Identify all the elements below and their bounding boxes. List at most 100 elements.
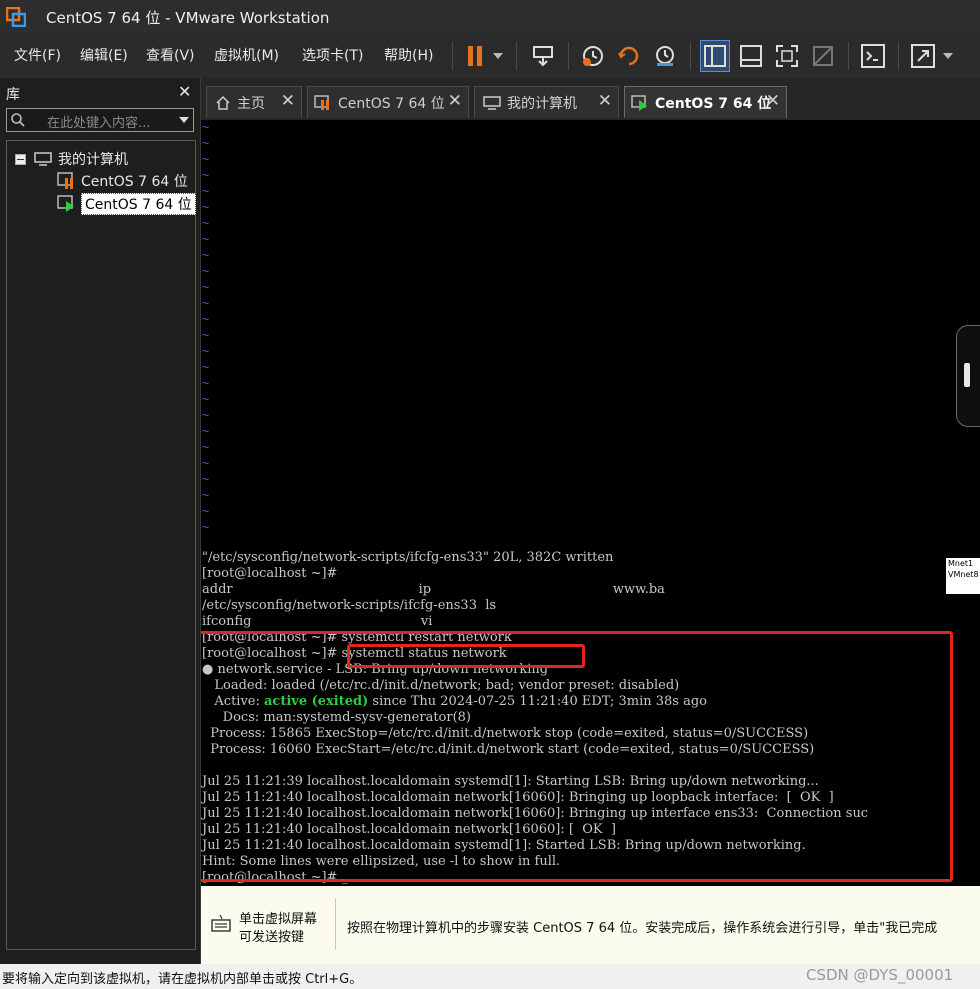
computer-icon <box>483 95 501 110</box>
menu-file[interactable]: 文件(F) <box>14 45 61 65</box>
unity-button[interactable] <box>808 40 838 72</box>
vim-tilde: ~ <box>202 248 210 262</box>
vim-tilde: ~ <box>202 408 210 422</box>
toolbar-separator <box>516 42 517 70</box>
tab-close-icon[interactable]: ✕ <box>598 91 612 111</box>
stretch-icon <box>911 44 935 68</box>
vim-tilde: ~ <box>202 200 210 214</box>
home-icon <box>216 95 230 110</box>
terminal-line: "/etc/sysconfig/network-scripts/ifcfg-en… <box>202 550 614 565</box>
vim-tilde: ~ <box>202 520 210 534</box>
terminal-line: addr ip www.ba <box>202 582 665 597</box>
chevron-down-icon[interactable] <box>179 117 189 123</box>
revert-snapshot-button[interactable] <box>614 40 644 72</box>
tab-bar: 主页 ✕ CentOS 7 64 位 ✕ 我的计算机 ✕ CentOS 7 64… <box>201 78 980 120</box>
tree-item-my-computer[interactable]: 我的计算机 <box>15 149 128 169</box>
revert-icon <box>618 46 639 66</box>
toolbar-separator <box>452 42 453 70</box>
tab-my-computer[interactable]: 我的计算机 ✕ <box>474 86 619 118</box>
thumbnail-bar-button[interactable] <box>736 40 766 72</box>
snapshot-manager-button[interactable] <box>650 40 680 72</box>
toolbar-separator <box>848 42 849 70</box>
tree-item-centos-2-selected[interactable]: CentOS 7 64 位 <box>57 193 196 215</box>
hint-divider <box>335 898 336 950</box>
pause-button[interactable] <box>462 40 488 72</box>
hint-click-line2: 可发送按键 <box>239 930 305 945</box>
vm-running-icon <box>57 195 74 212</box>
library-search-placeholder: 在此处键入内容... <box>47 116 151 131</box>
chevron-down-icon <box>493 53 503 59</box>
title-bar: CentOS 7 64 位 - VMware Workstation <box>0 0 980 34</box>
menu-vm[interactable]: 虚拟机(M) <box>214 45 279 65</box>
tab-centos-1[interactable]: CentOS 7 64 位 ✕ <box>307 86 469 118</box>
library-title: 库 <box>6 87 20 103</box>
tab-close-icon[interactable]: ✕ <box>281 91 295 111</box>
toolbar-separator <box>690 42 691 70</box>
vmware-logo-icon <box>5 6 27 28</box>
vim-tilde: ~ <box>202 344 210 358</box>
tab-centos-2-active[interactable]: CentOS 7 64 位 ✕ <box>624 86 787 118</box>
vim-tilde: ~ <box>202 232 210 246</box>
library-search-box[interactable]: 在此处键入内容... <box>6 108 194 132</box>
tab-close-icon[interactable]: ✕ <box>448 91 462 111</box>
show-library-button[interactable] <box>700 40 730 72</box>
terminal-line: [root@localhost ~]# <box>202 566 338 581</box>
vm-running-icon <box>631 94 647 111</box>
vim-tilde: ~ <box>202 168 210 182</box>
annotation-box-command <box>347 644 585 668</box>
tree-item-centos-1[interactable]: CentOS 7 64 位 <box>57 171 188 191</box>
vim-tilde: ~ <box>202 152 210 166</box>
vmnet-tip-line: Mnet1 <box>948 559 974 568</box>
hint-click-line1: 单击虚拟屏幕 <box>239 912 318 927</box>
thumbnail-panel-icon <box>740 45 762 67</box>
full-screen-button[interactable] <box>772 40 802 72</box>
send-keys-icon <box>533 46 553 67</box>
toolbar-separator <box>568 42 569 70</box>
chevron-down-icon <box>943 53 953 59</box>
tab-label: CentOS 7 64 位 <box>338 95 445 112</box>
vm-paused-icon <box>314 94 329 110</box>
handle-grip-icon <box>964 363 970 387</box>
library-panel-icon <box>704 45 726 67</box>
status-bar: 要将输入定向到该虚拟机，请在虚拟机内部单击或按 Ctrl+G。 CSDN @DY… <box>0 964 980 989</box>
vim-tilde: ~ <box>202 136 210 150</box>
pause-icon <box>468 46 482 66</box>
stretch-dropdown-button[interactable] <box>940 40 956 72</box>
pause-dropdown-button[interactable] <box>490 40 506 72</box>
collapse-toggle-icon[interactable] <box>15 153 26 165</box>
window-title: CentOS 7 64 位 - VMware Workstation <box>46 9 330 27</box>
library-tree: 我的计算机 CentOS 7 64 位 CentOS 7 64 位 <box>6 140 196 950</box>
snapshot-manager-icon <box>656 46 674 66</box>
vm-console[interactable]: ~ ~ ~ ~ ~ ~ ~ ~ ~ ~ ~ ~ ~ ~ ~ ~ ~ ~ ~ ~ ~ ~ ~ ~ ~ ~ "/etc/sysconf… <box>201 120 980 886</box>
vim-tilde: ~ <box>202 376 210 390</box>
vim-tilde: ~ <box>202 264 210 278</box>
terminal-line: ifconfig vi <box>202 614 433 629</box>
tab-home[interactable]: 主页 ✕ <box>206 86 302 118</box>
console-view-button[interactable] <box>858 40 888 72</box>
vim-tilde: ~ <box>202 120 210 134</box>
computer-icon <box>34 152 52 166</box>
stretch-button[interactable] <box>908 40 938 72</box>
unity-disabled-icon <box>813 46 833 66</box>
send-ctrl-alt-del-button[interactable] <box>528 40 558 72</box>
vim-tilde: ~ <box>202 488 210 502</box>
snapshot-button[interactable] <box>578 40 608 72</box>
keyboard-click-icon <box>211 915 231 932</box>
library-close-icon[interactable]: ✕ <box>178 82 191 101</box>
toolbar-separator <box>898 42 899 70</box>
install-hint-bar: 单击虚拟屏幕 可发送按键 按照在物理计算机中的步骤安装 CentOS 7 64 … <box>201 886 980 964</box>
library-panel: 库 ✕ 在此处键入内容... 我的计算机 CentOS 7 64 位 CentO… <box>0 78 201 964</box>
vim-tilde: ~ <box>202 440 210 454</box>
vim-tilde: ~ <box>202 184 210 198</box>
menu-help[interactable]: 帮助(H) <box>384 45 433 65</box>
vim-tilde: ~ <box>202 360 210 374</box>
vim-tilde: ~ <box>202 504 210 518</box>
install-hint-message: 按照在物理计算机中的步骤安装 CentOS 7 64 位。安装完成后，操作系统会… <box>347 921 938 936</box>
menu-view[interactable]: 查看(V) <box>146 45 195 65</box>
tab-label: CentOS 7 64 位 <box>655 95 772 112</box>
vmnet-tip-line: VMnet8 <box>948 570 979 579</box>
menu-edit[interactable]: 编辑(E) <box>80 45 128 65</box>
tab-close-icon[interactable]: ✕ <box>766 91 780 111</box>
menu-tabs[interactable]: 选项卡(T) <box>302 45 363 65</box>
vim-tilde: ~ <box>202 312 210 326</box>
